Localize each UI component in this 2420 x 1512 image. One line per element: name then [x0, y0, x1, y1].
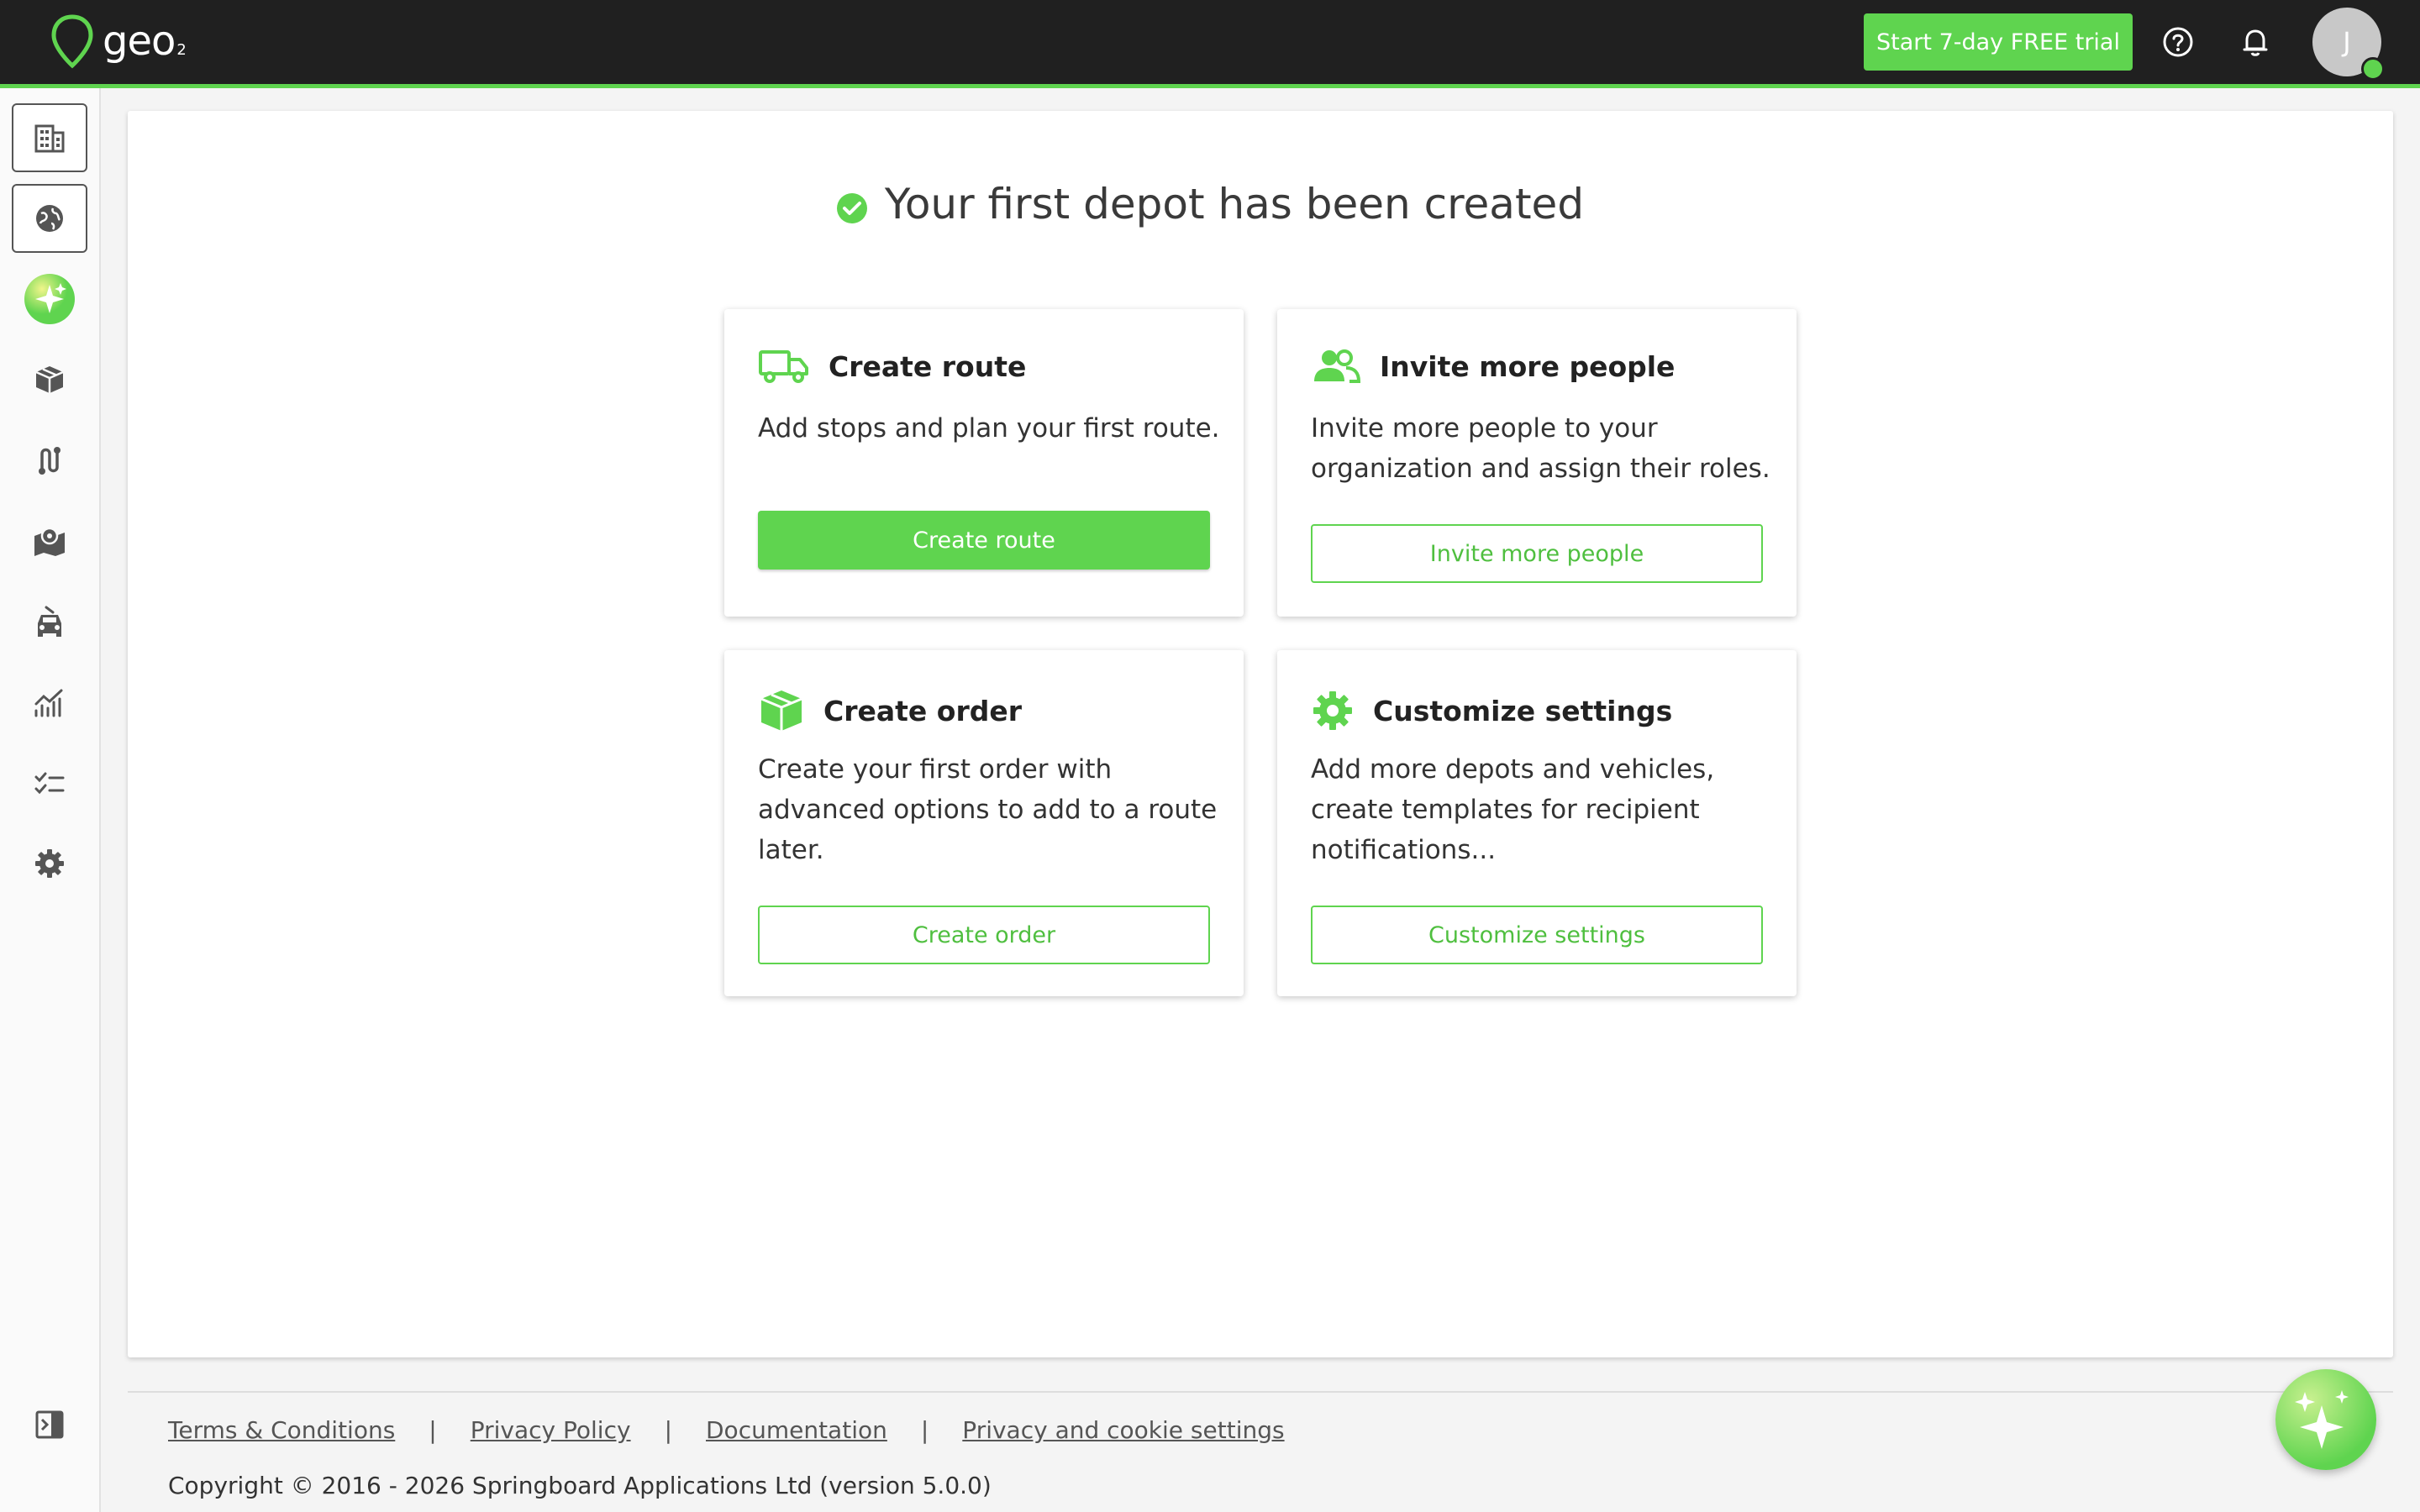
package-icon: [35, 366, 64, 393]
people-icon: [1314, 349, 1361, 383]
card-description: Add more depots and vehicles, create tem…: [1311, 754, 1715, 865]
sidebar-item-analytics[interactable]: [12, 668, 87, 737]
documentation-link[interactable]: Documentation: [706, 1416, 887, 1444]
terms-link[interactable]: Terms & Conditions: [168, 1416, 395, 1444]
collapse-sidebar-icon: [35, 1410, 64, 1439]
logo-suffix: 2: [176, 40, 187, 59]
success-check-icon: [836, 193, 867, 223]
top-bar: geo 2 Start 7-day FREE trial J: [0, 0, 2420, 88]
create-order-button[interactable]: Create order: [758, 906, 1210, 964]
sparkle-icon: [2295, 1390, 2349, 1449]
card-title: Create route: [758, 348, 1026, 385]
card-description: Add stops and plan your first route.: [758, 413, 1220, 444]
start-trial-button[interactable]: Start 7-day FREE trial: [1864, 13, 2133, 71]
card-customize-settings: Customize settings Add more depots and v…: [1277, 650, 1797, 996]
sidebar-item-checklist[interactable]: [12, 748, 87, 817]
analytics-icon: [34, 689, 63, 717]
create-route-button[interactable]: Create route: [758, 511, 1210, 570]
sidebar-item-depots[interactable]: [12, 103, 87, 172]
invite-people-button[interactable]: Invite more people: [1311, 524, 1763, 583]
gear-icon: [1313, 691, 1352, 730]
logo-text: geo: [103, 18, 176, 65]
location-pin-logo-icon: [51, 14, 93, 69]
cookie-settings-link[interactable]: Privacy and cookie settings: [962, 1416, 1284, 1444]
sidebar-item-settings[interactable]: [12, 829, 87, 898]
checklist-icon: [34, 772, 65, 795]
card-description: Create your first order with advanced op…: [758, 754, 1218, 865]
sidebar-item-vehicles[interactable]: [12, 587, 87, 656]
card-create-order: Create order Create your first order wit…: [724, 650, 1244, 996]
notifications-bell-icon[interactable]: [2237, 24, 2274, 60]
help-icon[interactable]: [2160, 24, 2196, 60]
truck-icon: [759, 350, 808, 383]
footer-separator: |: [664, 1416, 672, 1444]
card-invite-people: Invite more people Invite more people to…: [1277, 309, 1797, 617]
box-icon: [760, 690, 802, 731]
building-icon: [34, 124, 65, 153]
customize-settings-button[interactable]: Customize settings: [1311, 906, 1763, 964]
sidebar-item-ai[interactable]: [12, 265, 87, 333]
card-create-route: Create route Add stops and plan your fir…: [724, 309, 1244, 617]
main-panel: [128, 111, 2393, 1357]
online-status-dot: [2361, 57, 2385, 81]
page-title: Your first depot has been created: [0, 180, 2420, 228]
copyright-text: Copyright © 2016 - 2026 Springboard Appl…: [168, 1472, 992, 1499]
headline-text: Your first depot has been created: [884, 180, 1585, 228]
card-title: Create order: [758, 689, 1022, 732]
ai-assistant-button[interactable]: [2275, 1369, 2376, 1470]
card-title: Customize settings: [1311, 689, 1672, 732]
vehicle-icon: [38, 606, 61, 637]
footer-links: Terms & Conditions | Privacy Policy | Do…: [168, 1416, 1285, 1444]
route-icon: [39, 447, 60, 475]
footer-separator: |: [920, 1416, 929, 1444]
settings-gear-icon: [35, 849, 64, 878]
card-title: Invite more people: [1311, 348, 1675, 385]
card-title-text: Invite more people: [1380, 349, 1676, 383]
footer-separator: |: [429, 1416, 437, 1444]
sidebar: [0, 88, 101, 1512]
geo-logo[interactable]: geo 2: [49, 12, 187, 71]
privacy-policy-link[interactable]: Privacy Policy: [471, 1416, 631, 1444]
sidebar-item-orders[interactable]: [12, 345, 87, 414]
card-title-text: Customize settings: [1373, 694, 1673, 727]
sidebar-collapse-toggle[interactable]: [12, 1390, 87, 1459]
sidebar-item-routes[interactable]: [12, 426, 87, 495]
card-description: Invite more people to your organization …: [1311, 413, 1770, 484]
card-title-text: Create order: [823, 694, 1023, 727]
sidebar-item-map[interactable]: [12, 507, 87, 575]
ai-sparkle-icon: [24, 274, 75, 324]
footer-divider: [128, 1391, 2393, 1393]
card-title-text: Create route: [829, 349, 1027, 383]
map-pin-icon: [34, 527, 65, 556]
